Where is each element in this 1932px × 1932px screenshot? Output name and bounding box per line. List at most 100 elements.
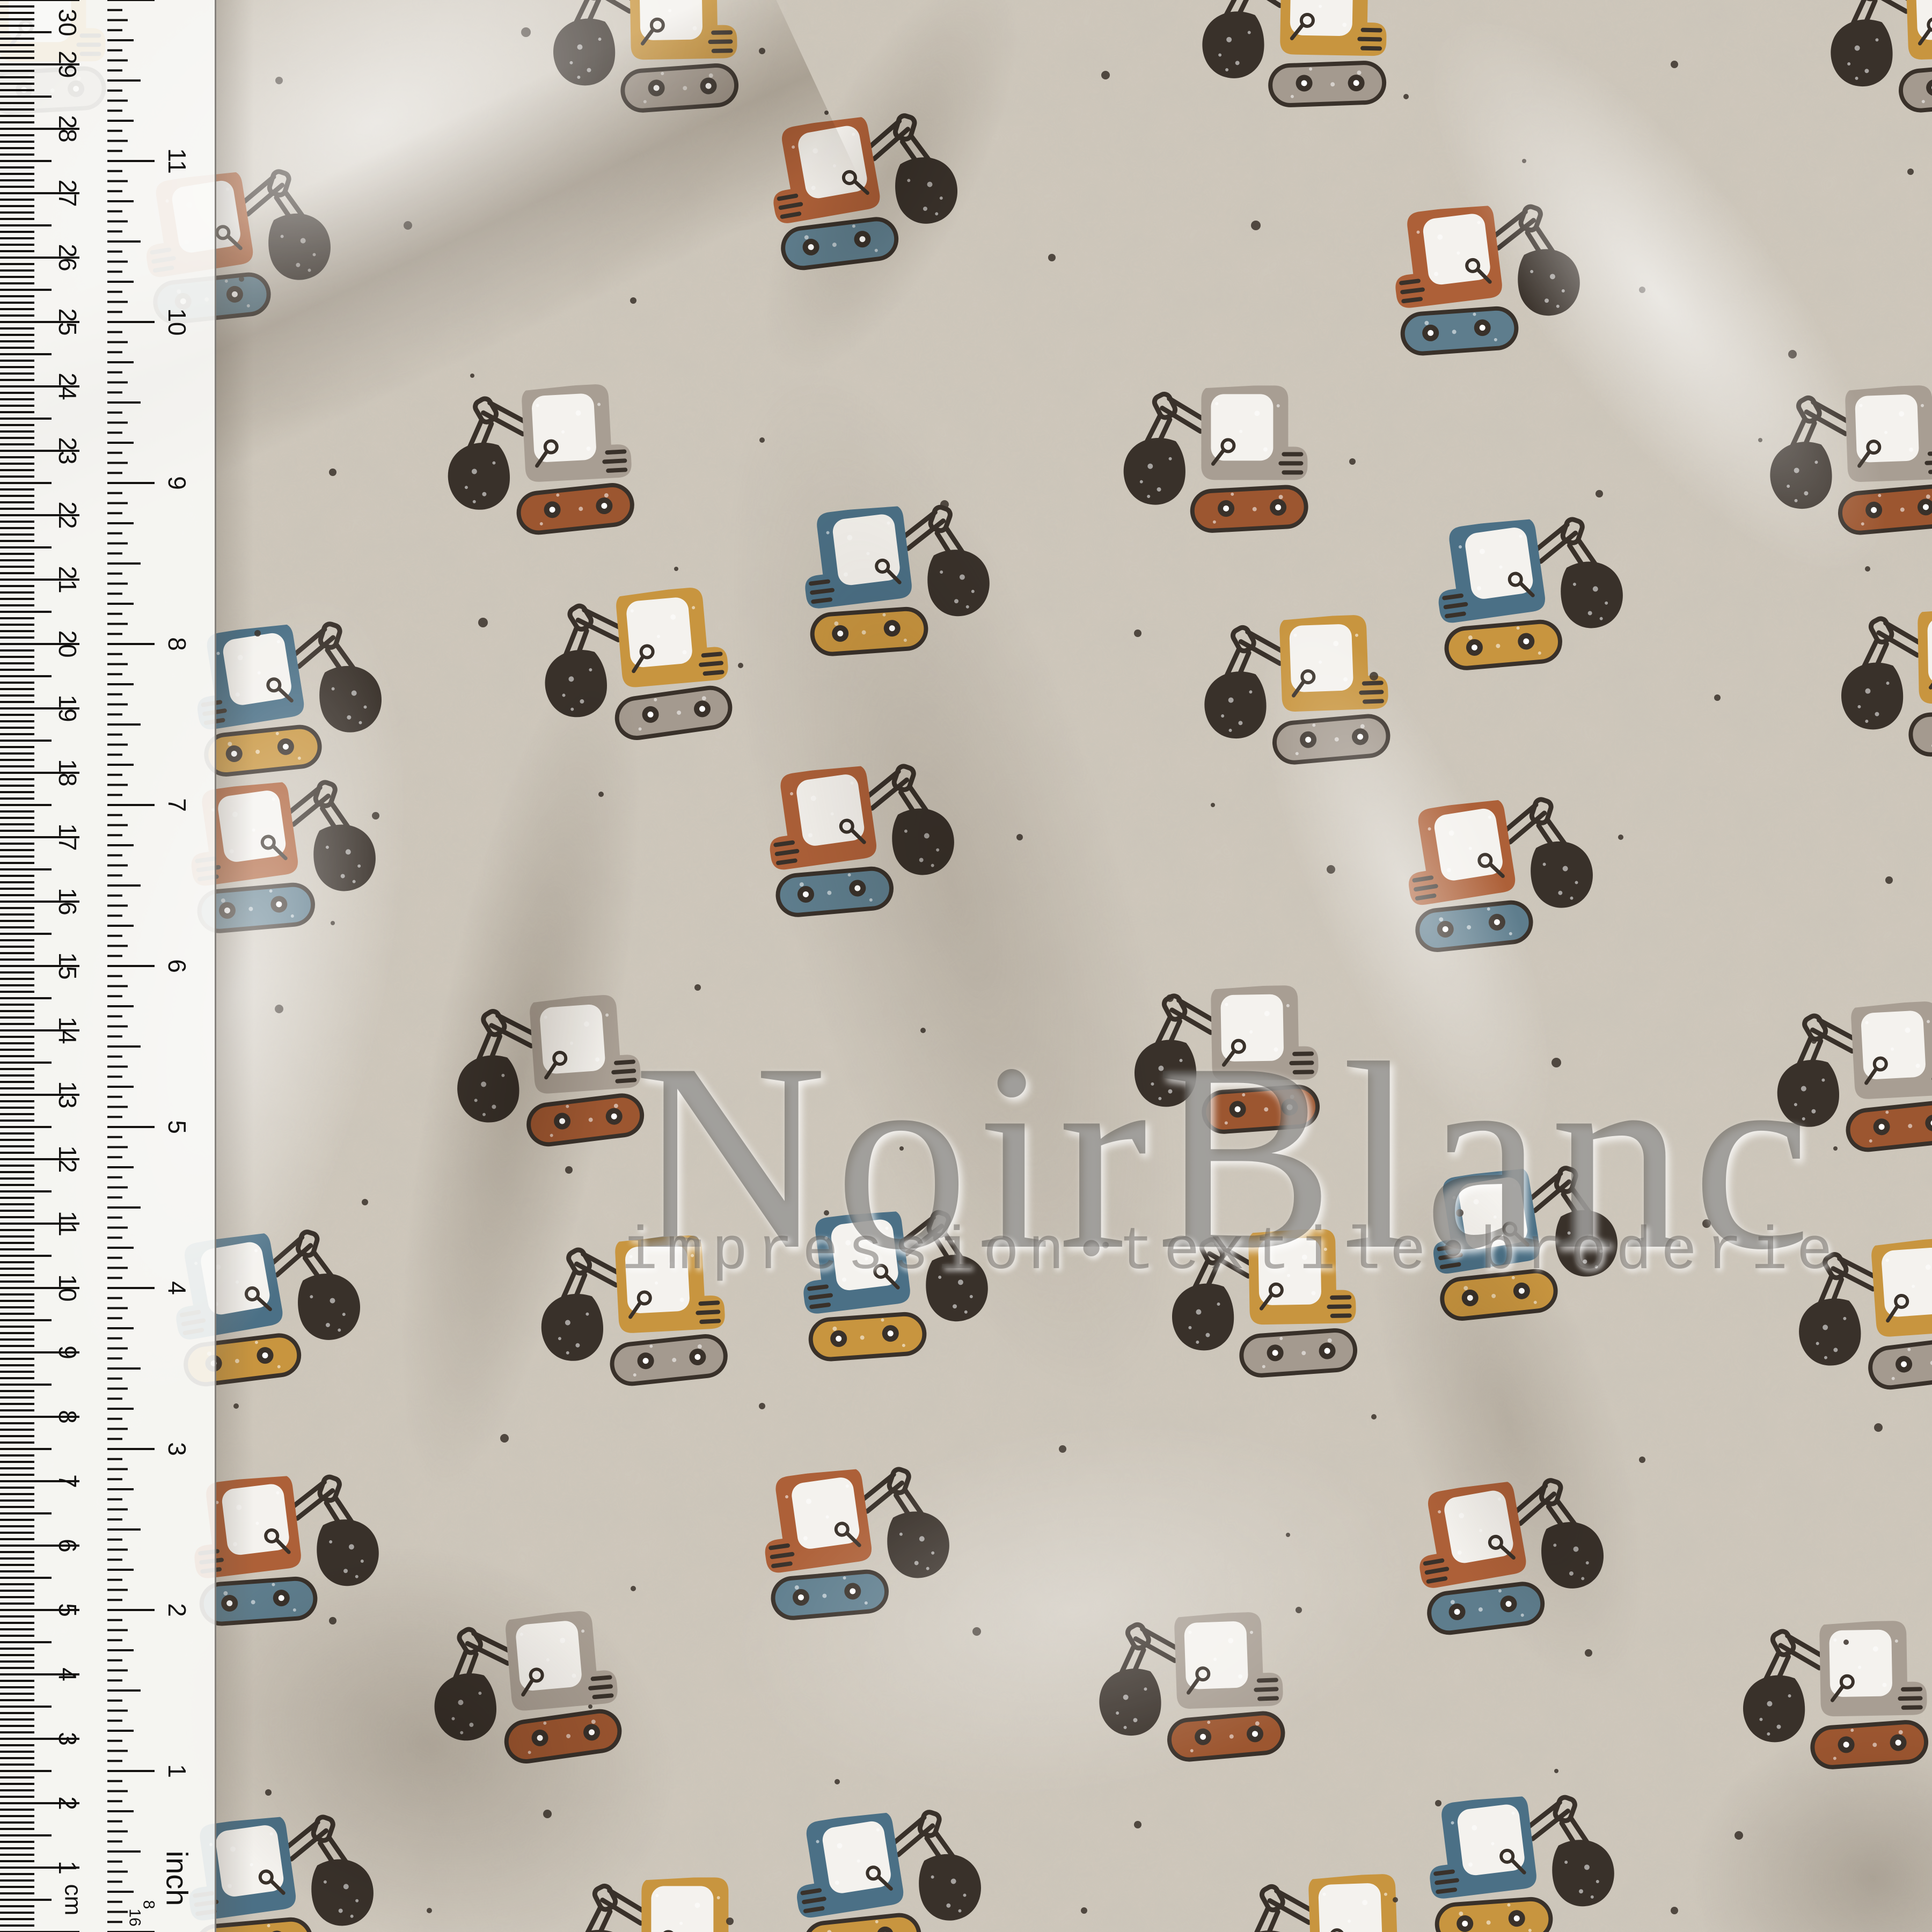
svg-text:9: 9 — [54, 1345, 82, 1359]
excavator-motif-blue — [795, 1204, 1008, 1366]
pattern-dot — [1370, 672, 1378, 680]
svg-text:18: 18 — [54, 759, 82, 786]
pattern-dot — [1048, 254, 1056, 261]
pattern-dot — [1639, 287, 1645, 293]
pattern-dot — [824, 1210, 829, 1216]
excavator-motif-orange — [760, 757, 976, 922]
pattern-dot — [972, 1627, 981, 1636]
pattern-dot — [1327, 865, 1335, 874]
excavator-motif-grey — [1103, 383, 1315, 541]
pattern-dot — [598, 792, 604, 797]
excavator-motif-orange — [1397, 789, 1616, 957]
pattern-dot — [1435, 1800, 1441, 1806]
pattern-dot — [1907, 169, 1914, 175]
pattern-dot — [543, 1810, 552, 1818]
ruler-strip: 1234567891011121314151617181920212223242… — [0, 0, 216, 1932]
svg-text:15: 15 — [54, 952, 82, 979]
svg-text:8: 8 — [54, 1410, 82, 1424]
pattern-dot — [1552, 1058, 1561, 1067]
pattern-dot — [1811, 1038, 1817, 1044]
svg-text:25: 25 — [54, 308, 82, 335]
pattern-dot — [1671, 61, 1678, 68]
pattern-dot — [470, 374, 474, 378]
svg-text:7: 7 — [54, 1474, 82, 1488]
svg-text:19: 19 — [54, 694, 82, 722]
svg-text:29: 29 — [54, 50, 82, 78]
svg-text:9: 9 — [163, 476, 191, 490]
pattern-dot — [1059, 1445, 1066, 1453]
pattern-dot — [239, 276, 244, 282]
pattern-dot — [1296, 1607, 1302, 1613]
pattern-dot — [1874, 1423, 1883, 1432]
svg-text:1: 1 — [54, 1861, 82, 1875]
ruler-scale: 1234567891011121314151617181920212223242… — [0, 0, 215, 1932]
excavator-motif-grey — [1077, 1608, 1293, 1773]
pattern-dot — [265, 1789, 272, 1796]
pattern-dot — [835, 1779, 840, 1784]
pattern-dot — [738, 663, 743, 668]
excavator-motif-blue — [1422, 1158, 1641, 1326]
excavator-motif-yellow — [1774, 1233, 1932, 1404]
svg-text:24: 24 — [54, 372, 82, 400]
excavator-motif-yellow — [517, 1231, 736, 1399]
pattern-dot — [1101, 71, 1110, 79]
svg-text:16: 16 — [54, 888, 82, 915]
excavator-motif-yellow — [1808, 0, 1932, 124]
excavator-motif-yellow — [1183, 0, 1392, 114]
pattern-dot — [521, 27, 531, 37]
pattern-dot — [1166, 994, 1174, 1002]
pattern-dot — [674, 567, 678, 571]
svg-text:30: 30 — [54, 9, 82, 36]
pattern-dot — [1081, 1907, 1087, 1914]
pattern-dot — [759, 437, 765, 443]
pattern-dot — [940, 500, 949, 509]
pattern-dot — [362, 1199, 368, 1205]
excavator-motif-yellow — [1151, 1226, 1364, 1387]
pattern-dot — [1843, 1640, 1849, 1645]
svg-text:27: 27 — [54, 179, 82, 207]
pattern-dot — [1134, 630, 1141, 637]
excavator-motif-blue — [1429, 510, 1645, 675]
excavator-motif-grey — [1113, 982, 1327, 1144]
pattern-dot — [1596, 490, 1603, 497]
svg-text:2: 2 — [54, 1796, 82, 1810]
pattern-dot — [920, 1028, 926, 1033]
excavator-motif-grey — [432, 990, 653, 1161]
excavator-motif-blue — [1421, 1789, 1635, 1932]
excavator-motif-grey — [1747, 382, 1932, 546]
pattern-dot — [478, 618, 488, 627]
excavator-motif-orange — [761, 105, 982, 276]
svg-text:7: 7 — [163, 798, 191, 812]
excavator-pattern — [0, 0, 1932, 1932]
pattern-dot — [275, 77, 283, 84]
excavator-motif-orange — [1387, 199, 1600, 360]
pattern-dot — [1758, 438, 1762, 442]
excavator-motif-orange — [186, 1469, 399, 1630]
svg-text:4: 4 — [163, 1281, 191, 1295]
pattern-dot — [500, 1434, 509, 1443]
pattern-dot — [1251, 221, 1261, 230]
svg-text:26: 26 — [54, 244, 82, 271]
pattern-dot — [1735, 1831, 1743, 1840]
svg-text:28: 28 — [54, 115, 82, 142]
pattern-dot — [1702, 1219, 1711, 1228]
pattern-dot — [631, 1586, 636, 1591]
excavator-motif-orange — [1407, 1469, 1628, 1641]
pattern-dot — [331, 921, 335, 925]
excavator-motif-yellow — [532, 0, 745, 122]
svg-text:4: 4 — [54, 1667, 82, 1681]
svg-text:22: 22 — [54, 501, 82, 529]
pattern-dot — [1714, 694, 1721, 701]
excavator-motif-grey — [408, 1606, 631, 1780]
excavator-motif-grey — [424, 380, 642, 548]
svg-text:8: 8 — [140, 1900, 158, 1909]
pattern-dot — [372, 812, 379, 819]
excavator-motif-grey — [1722, 1618, 1932, 1779]
svg-text:21: 21 — [54, 566, 82, 593]
svg-text:1: 1 — [163, 1764, 191, 1778]
pattern-dot — [1371, 1414, 1377, 1419]
pattern-dot — [404, 221, 412, 230]
pattern-dot — [1016, 834, 1023, 840]
pattern-dot — [233, 1403, 239, 1409]
svg-text:12: 12 — [54, 1145, 82, 1173]
